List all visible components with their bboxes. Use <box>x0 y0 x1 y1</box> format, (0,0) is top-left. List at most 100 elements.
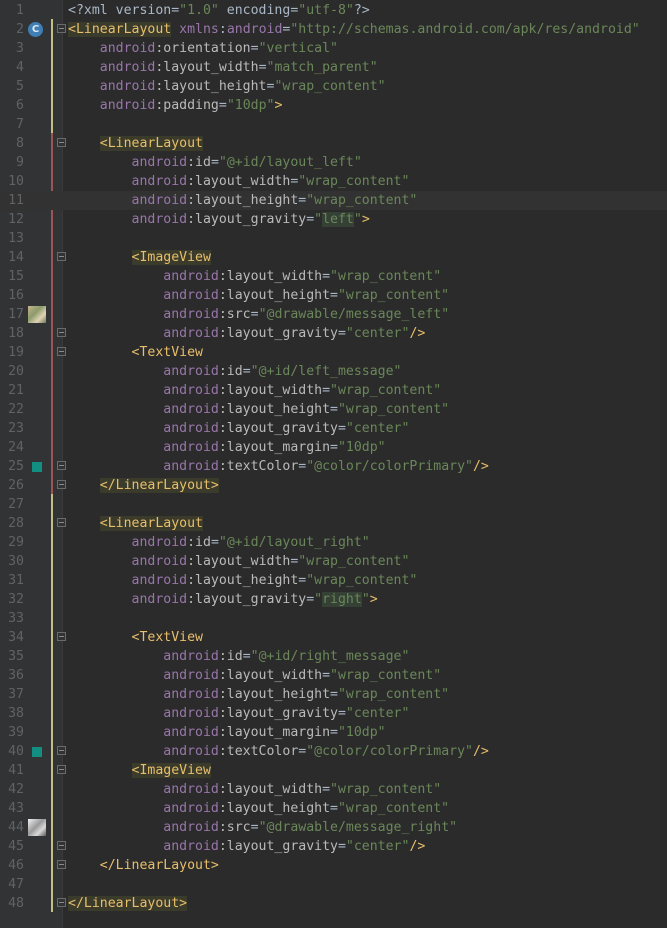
code-text[interactable]: android:layout_width="wrap_content" <box>68 381 441 400</box>
code-line[interactable]: 6 android:padding="10dp"> <box>0 96 667 115</box>
code-text[interactable]: android:layout_height="wrap_content" <box>68 286 449 305</box>
fold-toggle-icon[interactable] <box>57 765 66 774</box>
code-line[interactable]: 36 android:layout_width="wrap_content" <box>0 666 667 685</box>
code-text[interactable]: android:id="@+id/layout_left" <box>68 153 362 172</box>
code-line[interactable]: 28 <LinearLayout <box>0 514 667 533</box>
code-text[interactable]: </LinearLayout> <box>68 894 188 913</box>
code-text[interactable]: <LinearLayout xmlns:android="http://sche… <box>68 20 640 39</box>
code-text[interactable]: <LinearLayout <box>68 134 203 153</box>
code-line[interactable]: 27 <box>0 495 667 514</box>
code-line[interactable]: 2 C <LinearLayout xmlns:android="http://sc… <box>0 20 667 39</box>
code-line[interactable]: 25 android:textColor="@color/colorPrimar… <box>0 457 667 476</box>
code-line[interactable]: 5 android:layout_height="wrap_content" <box>0 77 667 96</box>
code-text[interactable]: <ImageView <box>68 761 211 780</box>
code-text[interactable]: android:layout_width="wrap_content" <box>68 172 410 191</box>
image-preview-icon[interactable] <box>28 306 46 323</box>
code-line[interactable]: 3 android:orientation="vertical" <box>0 39 667 58</box>
code-text[interactable]: android:layout_height="wrap_content" <box>68 77 386 96</box>
code-line[interactable]: 47 <box>0 875 667 894</box>
code-line[interactable]: 19 <TextView <box>0 343 667 362</box>
code-line[interactable]: 42 android:layout_width="wrap_content" <box>0 780 667 799</box>
code-text[interactable]: android:layout_gravity="right"> <box>68 590 378 609</box>
code-text[interactable]: android:padding="10dp"> <box>68 96 283 115</box>
code-text[interactable]: <TextView <box>68 628 203 647</box>
code-text[interactable]: android:layout_width="wrap_content" <box>68 666 441 685</box>
code-line[interactable]: 15 android:layout_width="wrap_content" <box>0 267 667 286</box>
fold-toggle-icon[interactable] <box>57 461 66 470</box>
code-line[interactable]: 23 android:layout_gravity="center" <box>0 419 667 438</box>
code-text[interactable]: android:layout_height="wrap_content" <box>68 685 449 704</box>
code-text[interactable]: android:layout_gravity="center" <box>68 704 409 723</box>
code-text[interactable]: </LinearLayout> <box>68 476 219 495</box>
class-badge-icon[interactable]: C <box>28 22 43 37</box>
code-line[interactable]: 24 android:layout_margin="10dp" <box>0 438 667 457</box>
code-line[interactable]: 48 </LinearLayout> <box>0 894 667 913</box>
code-line[interactable]: 20 android:id="@+id/left_message" <box>0 362 667 381</box>
code-text[interactable]: </LinearLayout> <box>68 856 219 875</box>
code-text[interactable]: <TextView <box>68 343 203 362</box>
code-line[interactable]: 41 <ImageView <box>0 761 667 780</box>
code-text[interactable]: android:layout_width="wrap_content" <box>68 780 441 799</box>
color-swatch-icon[interactable] <box>32 462 42 472</box>
code-text[interactable]: android:orientation="vertical" <box>68 39 338 58</box>
code-line[interactable]: 4 android:layout_width="match_parent" <box>0 58 667 77</box>
code-line[interactable]: 26 </LinearLayout> <box>0 476 667 495</box>
code-text[interactable]: android:src="@drawable/message_right" <box>68 818 457 837</box>
fold-toggle-icon[interactable] <box>57 841 66 850</box>
code-text[interactable]: <ImageView <box>68 248 211 267</box>
code-line[interactable]: 13 <box>0 229 667 248</box>
code-text[interactable]: android:textColor="@color/colorPrimary"/… <box>68 457 489 476</box>
code-line[interactable]: 16 android:layout_height="wrap_content" <box>0 286 667 305</box>
code-text[interactable]: android:id="@+id/right_message" <box>68 647 409 666</box>
code-line[interactable]: 31 android:layout_height="wrap_content" <box>0 571 667 590</box>
code-line[interactable]: 34 <TextView <box>0 628 667 647</box>
code-line[interactable]: 21 android:layout_width="wrap_content" <box>0 381 667 400</box>
fold-toggle-icon[interactable] <box>57 480 66 489</box>
code-line[interactable]: 18 android:layout_gravity="center"/> <box>0 324 667 343</box>
code-line[interactable]: 10 android:layout_width="wrap_content" <box>0 172 667 191</box>
code-text[interactable]: android:layout_width="match_parent" <box>68 58 378 77</box>
code-text[interactable]: android:layout_height="wrap_content" <box>68 571 418 590</box>
fold-toggle-icon[interactable] <box>57 632 66 641</box>
code-line[interactable]: 30 android:layout_width="wrap_content" <box>0 552 667 571</box>
code-line[interactable]: 32 android:layout_gravity="right"> <box>0 590 667 609</box>
code-text[interactable]: android:textColor="@color/colorPrimary"/… <box>68 742 489 761</box>
code-text[interactable]: android:layout_margin="10dp" <box>68 438 385 457</box>
code-line[interactable]: 12 android:layout_gravity="left"> <box>0 210 667 229</box>
fold-toggle-icon[interactable] <box>57 898 66 907</box>
fold-toggle-icon[interactable] <box>57 347 66 356</box>
code-line[interactable]: 17 android:src="@drawable/message_left" <box>0 305 667 324</box>
code-text[interactable]: <LinearLayout <box>68 514 203 533</box>
code-line[interactable]: 8 <LinearLayout <box>0 134 667 153</box>
code-line[interactable]: 14 <ImageView <box>0 248 667 267</box>
code-text[interactable]: android:id="@+id/left_message" <box>68 362 401 381</box>
code-line[interactable]: 40 android:textColor="@color/colorPrimar… <box>0 742 667 761</box>
code-text[interactable]: android:layout_margin="10dp" <box>68 723 385 742</box>
code-line[interactable]: 1 <?xml version="1.0" encoding="utf-8"?> <box>0 1 667 20</box>
code-line[interactable]: 43 android:layout_height="wrap_content" <box>0 799 667 818</box>
code-text[interactable]: android:layout_gravity="left"> <box>68 210 370 229</box>
code-text[interactable]: android:layout_gravity="center"/> <box>68 837 425 856</box>
code-line[interactable]: 39 android:layout_margin="10dp" <box>0 723 667 742</box>
code-line[interactable]: 11 android:layout_height="wrap_content" <box>0 191 667 210</box>
code-text[interactable]: android:src="@drawable/message_left" <box>68 305 449 324</box>
code-text[interactable]: android:id="@+id/layout_right" <box>68 533 370 552</box>
fold-toggle-icon[interactable] <box>57 252 66 261</box>
fold-toggle-icon[interactable] <box>57 860 66 869</box>
code-line[interactable]: 35 android:id="@+id/right_message" <box>0 647 667 666</box>
code-text[interactable]: <?xml version="1.0" encoding="utf-8"?> <box>68 1 370 20</box>
code-line[interactable]: 7 <box>0 115 667 134</box>
code-line[interactable]: 33 <box>0 609 667 628</box>
code-text[interactable]: android:layout_gravity="center" <box>68 419 409 438</box>
code-line[interactable]: 22 android:layout_height="wrap_content" <box>0 400 667 419</box>
code-line[interactable]: 29 android:id="@+id/layout_right" <box>0 533 667 552</box>
code-line[interactable]: 38 android:layout_gravity="center" <box>0 704 667 723</box>
fold-toggle-icon[interactable] <box>57 328 66 337</box>
code-text[interactable]: android:layout_width="wrap_content" <box>68 267 441 286</box>
code-line[interactable]: 9 android:id="@+id/layout_left" <box>0 153 667 172</box>
code-line[interactable]: 45 android:layout_gravity="center"/> <box>0 837 667 856</box>
code-text[interactable]: android:layout_gravity="center"/> <box>68 324 425 343</box>
fold-toggle-icon[interactable] <box>57 24 66 33</box>
fold-toggle-icon[interactable] <box>57 746 66 755</box>
code-text[interactable]: android:layout_height="wrap_content" <box>68 191 418 210</box>
